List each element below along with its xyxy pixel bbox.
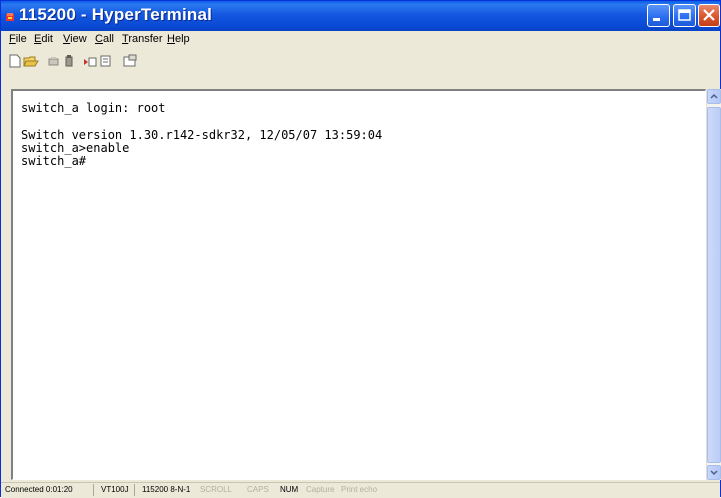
status-capture: Capture xyxy=(306,485,335,494)
properties-icon[interactable] xyxy=(122,53,138,69)
terminal-line: switch_a# xyxy=(21,154,87,168)
status-divider xyxy=(134,484,135,496)
send-icon[interactable] xyxy=(83,53,99,69)
window-title: 115200 - HyperTerminal xyxy=(19,5,213,24)
status-print-echo: Print echo xyxy=(341,485,378,494)
minimize-button[interactable] xyxy=(647,4,670,27)
close-icon xyxy=(703,9,715,21)
open-icon[interactable] xyxy=(23,53,39,69)
hyperterminal-app-icon[interactable] xyxy=(6,9,15,21)
menu-view[interactable]: View xyxy=(63,33,87,45)
toolbar xyxy=(1,50,720,72)
menu-transfer[interactable]: Transfer xyxy=(122,33,163,45)
menu-bar: File Edit View Call Transfer Help xyxy=(1,31,720,50)
new-icon[interactable] xyxy=(7,53,23,69)
terminal-screen[interactable]: switch_a login: root Switch version 1.30… xyxy=(13,91,706,479)
chevron-down-icon xyxy=(710,470,718,476)
menu-file[interactable]: File xyxy=(9,33,27,45)
status-caps: CAPS xyxy=(247,485,269,494)
scroll-up-button[interactable] xyxy=(707,89,721,104)
chevron-up-icon xyxy=(710,93,718,99)
menu-call[interactable]: Call xyxy=(95,33,114,45)
status-connected: Connected 0:01:20 xyxy=(5,485,73,494)
minimize-icon xyxy=(653,18,660,21)
terminal-line: switch_a login: root xyxy=(21,101,166,115)
status-port-settings: 115200 8-N-1 xyxy=(142,485,191,494)
scroll-thumb[interactable] xyxy=(707,107,721,463)
menu-edit[interactable]: Edit xyxy=(34,33,53,45)
receive-icon[interactable] xyxy=(99,53,115,69)
status-scroll: SCROLL xyxy=(200,485,233,494)
maximize-icon xyxy=(678,9,691,21)
call-icon[interactable] xyxy=(47,53,63,69)
maximize-button[interactable] xyxy=(673,4,696,27)
disconnect-icon[interactable] xyxy=(63,53,79,69)
status-bar: Connected 0:01:20 VT100J 115200 8-N-1 SC… xyxy=(1,482,720,498)
menu-help[interactable]: Help xyxy=(167,33,190,45)
status-emulation: VT100J xyxy=(101,485,129,494)
status-num: NUM xyxy=(280,485,299,494)
close-button[interactable] xyxy=(698,4,720,27)
hyperterminal-window: 115200 - HyperTerminal File Edit View Ca… xyxy=(0,0,721,498)
scroll-down-button[interactable] xyxy=(707,465,721,480)
title-bar[interactable]: 115200 - HyperTerminal xyxy=(1,1,720,31)
status-divider xyxy=(93,484,94,496)
vertical-scrollbar[interactable] xyxy=(706,89,721,480)
